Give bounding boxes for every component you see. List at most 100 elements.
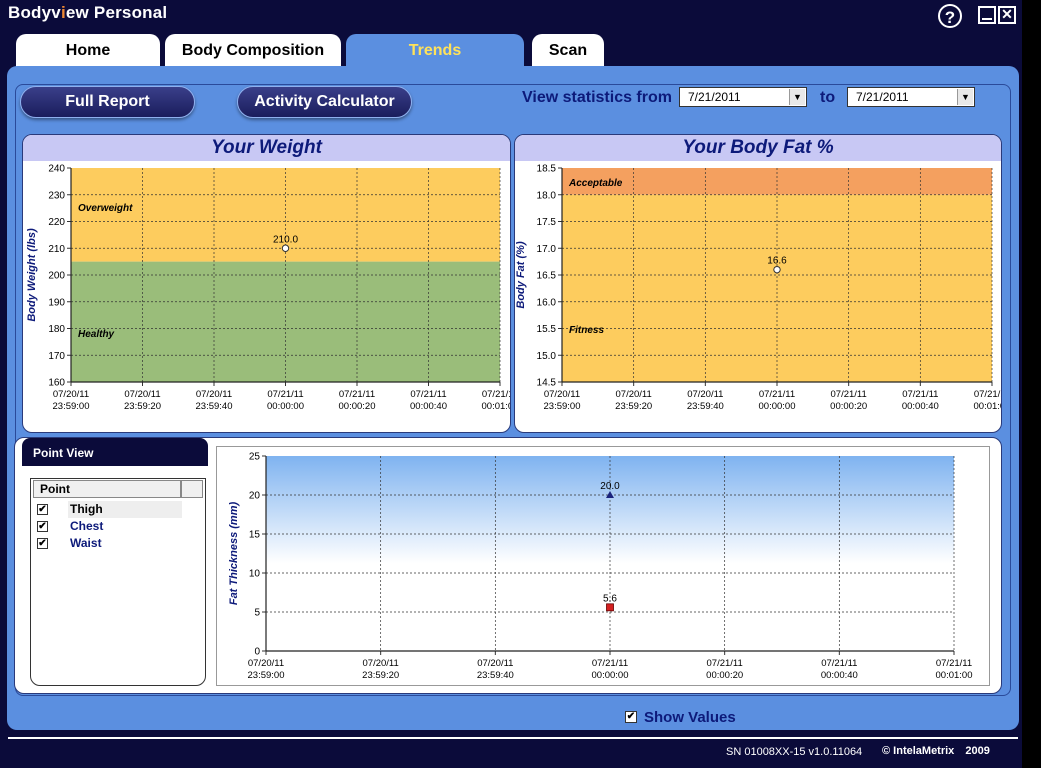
- x-tick-label: 00:01:00: [482, 401, 510, 412]
- x-tick-label: 23:59:20: [124, 401, 161, 412]
- thigh-checkbox[interactable]: ✔: [37, 504, 48, 515]
- y-tick-label: 180: [48, 324, 65, 335]
- waist-checkbox[interactable]: ✔: [37, 538, 48, 549]
- to-date-select[interactable]: 7/21/2011 ▼: [847, 87, 975, 107]
- x-tick-label: 23:59:40: [687, 401, 724, 412]
- chest-label: Chest: [70, 519, 104, 533]
- bodyfat-chart: 14.5 15.0 15.5 16.0 16.5 17.0 17.5 18.0 18.5 07/2…: [515, 164, 1001, 413]
- chevron-down-icon[interactable]: ▼: [957, 89, 973, 105]
- list-item-waist[interactable]: ✔ Waist: [37, 535, 183, 552]
- y-tick-label: 220: [48, 217, 65, 228]
- tab-body-composition[interactable]: Body Composition: [165, 34, 341, 70]
- point-view-title: Point View: [22, 438, 208, 466]
- x-tick-label: 07/21/11: [592, 658, 628, 669]
- bodyfat-chart-panel: Your Body Fat % 14.5 15.0 15.5 16.0 16.5 17.0…: [514, 134, 1002, 433]
- help-button[interactable]: ?: [938, 4, 962, 28]
- minimize-button[interactable]: [978, 6, 996, 24]
- zone-label-overweight: Overweight: [78, 203, 133, 214]
- weight-chart: 16017018019020021022023024007/20/1123:59…: [26, 164, 510, 413]
- y-tick-label: 170: [48, 351, 65, 362]
- y-tick-label: 190: [48, 297, 65, 308]
- x-tick-label: 07/20/11: [124, 389, 160, 400]
- chest-data-point-label: 5.6: [603, 593, 617, 604]
- fat-thickness-chart: 051015202507/20/1123:59:0007/20/1123:59:…: [228, 452, 972, 682]
- y-tick-label: 5: [254, 608, 260, 619]
- x-tick-label: 07/21/11: [821, 658, 857, 669]
- y-tick-label: 0: [254, 647, 260, 658]
- x-tick-label: 23:59:40: [196, 401, 233, 412]
- x-tick-label: 07/21/11: [410, 389, 446, 400]
- x-tick-label: 07/21/11: [482, 389, 510, 400]
- zone-label-healthy: Healthy: [78, 329, 115, 340]
- x-tick-label: 07/20/11: [196, 389, 232, 400]
- x-tick-label: 23:59:00: [544, 401, 581, 412]
- thigh-data-point-label: 20.0: [600, 481, 620, 492]
- data-point: [773, 265, 781, 274]
- tab-scan[interactable]: Scan: [532, 34, 604, 70]
- point-column-header[interactable]: Point: [33, 480, 181, 498]
- fat-thickness-chart-frame: 0 5 10 15 20 25 07/20/11 23:59:00 07/20/11 23:59:…: [216, 446, 990, 686]
- y-tick-label: 15.5: [537, 324, 557, 335]
- x-tick-label: 23:59:20: [615, 401, 652, 412]
- x-tick-label: 23:59:40: [477, 670, 514, 681]
- tab-home[interactable]: Home: [16, 34, 160, 70]
- footer-divider: [8, 737, 1018, 739]
- x-tick-label: 00:00:20: [339, 401, 376, 412]
- to-date-value: 7/21/2011: [856, 90, 909, 104]
- y-tick-label: 14.5: [537, 378, 557, 389]
- x-tick-label: 00:00:00: [592, 670, 629, 681]
- data-point: [281, 244, 290, 252]
- bodyfat-chart-title: Your Body Fat %: [515, 135, 1001, 161]
- y-axis-title: Body Weight (lbs): [26, 228, 38, 322]
- from-date-select[interactable]: 7/21/2011 ▼: [679, 87, 807, 107]
- x-tick-label: 00:00:40: [902, 401, 939, 412]
- x-tick-label: 00:01:00: [974, 401, 1001, 412]
- list-item-chest[interactable]: ✔ Chest: [37, 518, 183, 535]
- x-tick-label: 00:00:00: [267, 401, 304, 412]
- x-tick-label: 07/21/11: [936, 658, 972, 669]
- chest-data-point: [606, 603, 614, 612]
- x-tick-label: 00:00:20: [830, 401, 867, 412]
- zone-label-acceptable: Acceptable: [568, 178, 623, 189]
- column-header-filler: [181, 480, 203, 498]
- thigh-label: Thigh: [68, 501, 182, 518]
- list-item-thigh[interactable]: ✔ Thigh: [37, 501, 183, 518]
- x-tick-label: 00:00:00: [759, 401, 796, 412]
- y-tick-label: 230: [48, 190, 65, 201]
- y-tick-label: 17.5: [537, 217, 557, 228]
- x-tick-label: 07/20/11: [616, 389, 652, 400]
- y-tick-label: 15: [249, 530, 261, 541]
- activity-calculator-button[interactable]: Activity Calculator: [237, 86, 412, 118]
- y-tick-label: 16.5: [537, 271, 557, 282]
- close-button[interactable]: ✕: [998, 6, 1016, 24]
- x-tick-label: 00:00:40: [410, 401, 447, 412]
- y-tick-label: 160: [48, 378, 65, 389]
- chevron-down-icon[interactable]: ▼: [789, 89, 805, 105]
- x-tick-label: 23:59:00: [248, 670, 285, 681]
- tab-trends[interactable]: Trends: [346, 34, 524, 70]
- chest-checkbox[interactable]: ✔: [37, 521, 48, 532]
- x-tick-label: 23:59:00: [53, 401, 90, 412]
- x-tick-label: 07/20/11: [363, 658, 399, 669]
- y-axis-title: Body Fat (%): [515, 241, 527, 309]
- y-tick-label: 210: [48, 244, 65, 255]
- y-axis-title: Fat Thickness (mm): [228, 502, 240, 606]
- y-tick-label: 10: [249, 569, 261, 580]
- view-statistics-label: View statistics from: [522, 89, 672, 106]
- zone-label-fitness: Fitness: [569, 325, 604, 336]
- x-tick-label: 07/20/11: [477, 658, 513, 669]
- x-tick-label: 07/21/11: [759, 389, 795, 400]
- point-list: Point ✔ Thigh ✔ Chest ✔ Waist: [30, 478, 206, 686]
- full-report-button[interactable]: Full Report: [20, 86, 195, 118]
- title-bar: Bodyview Personal ? ✕: [0, 0, 1022, 30]
- y-tick-label: 16.0: [537, 297, 557, 308]
- y-tick-label: 240: [48, 164, 65, 175]
- y-tick-label: 25: [249, 452, 261, 463]
- weight-chart-title: Your Weight: [23, 135, 510, 161]
- show-values-checkbox[interactable]: ✔: [625, 711, 637, 723]
- x-tick-label: 07/21/11: [831, 389, 867, 400]
- copyright: © IntelaMetrix 2009: [882, 745, 990, 757]
- y-tick-label: 20: [249, 491, 261, 502]
- x-tick-label: 07/21/11: [707, 658, 743, 669]
- y-tick-label: 18.5: [537, 164, 557, 175]
